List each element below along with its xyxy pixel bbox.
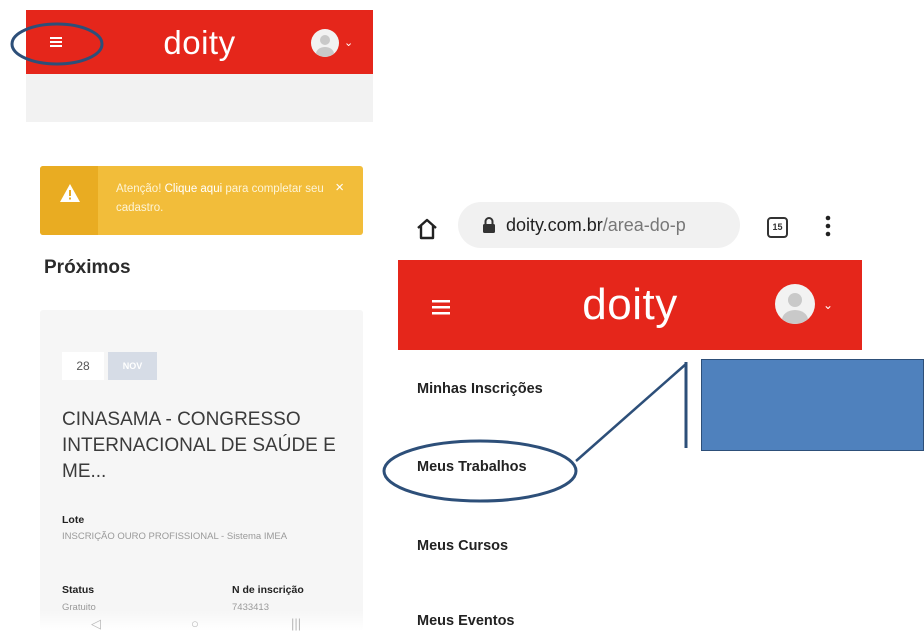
home-icon[interactable]: [415, 218, 439, 240]
lock-icon: [483, 217, 495, 233]
event-date-month: NOV: [108, 352, 157, 380]
inscricao-label: N de inscrição: [232, 584, 304, 596]
subheader-bar: [26, 74, 373, 122]
url-path: /area-do-p: [602, 215, 686, 235]
avatar-icon[interactable]: [775, 284, 815, 324]
tab-count-button[interactable]: 15: [767, 217, 788, 238]
avatar-icon[interactable]: [311, 29, 339, 57]
chevron-down-icon[interactable]: ⌄: [344, 36, 353, 49]
url-bar[interactable]: doity.com.br/area-do-p: [458, 202, 740, 248]
home-nav-icon[interactable]: ○: [191, 616, 199, 631]
event-card[interactable]: 28 NOV CINASAMA - CONGRESSO INTERNACIONA…: [40, 310, 363, 630]
warning-icon: [60, 184, 80, 202]
kebab-icon[interactable]: [824, 214, 832, 238]
left-app-header: doity ⌄: [26, 10, 373, 74]
menu-item-minhas-inscricoes[interactable]: Minhas Inscrições: [417, 381, 543, 397]
right-app-header: doity ⌄: [398, 260, 862, 350]
recents-icon[interactable]: |||: [291, 616, 301, 631]
section-title: Próximos: [44, 257, 131, 278]
browser-toolbar: doity.com.br/area-do-p 15: [398, 196, 862, 260]
menu-item-meus-cursos[interactable]: Meus Cursos: [417, 538, 508, 554]
alert-icon-box: [40, 166, 98, 235]
chevron-down-icon[interactable]: ⌄: [823, 298, 833, 312]
alert-prefix: Atenção!: [116, 183, 162, 195]
url-text: doity.com.br/area-do-p: [506, 215, 686, 236]
url-domain: doity.com.br: [506, 215, 603, 235]
event-title[interactable]: CINASAMA - CONGRESSO INTERNACIONAL DE SA…: [62, 407, 347, 485]
back-icon[interactable]: ◁: [91, 616, 101, 632]
close-icon[interactable]: ×: [335, 179, 344, 196]
lote-label: Lote: [62, 514, 85, 526]
alert-link[interactable]: Clique aqui: [165, 183, 223, 195]
menu-item-meus-trabalhos[interactable]: Meus Trabalhos: [417, 459, 527, 475]
menu-item-meus-eventos[interactable]: Meus Eventos: [417, 613, 515, 629]
event-date-day: 28: [62, 352, 104, 380]
status-label: Status: [62, 584, 95, 596]
warning-alert: Atenção! Clique aqui para completar seu …: [40, 166, 363, 235]
alert-message: Atenção! Clique aqui para completar seu …: [116, 180, 326, 218]
lote-value: INSCRIÇÃO OURO PROFISSIONAL - Sistema IM…: [62, 531, 288, 542]
annotation-callout-box: [701, 359, 924, 451]
android-nav-bar: ◁ ○ |||: [26, 610, 373, 631]
